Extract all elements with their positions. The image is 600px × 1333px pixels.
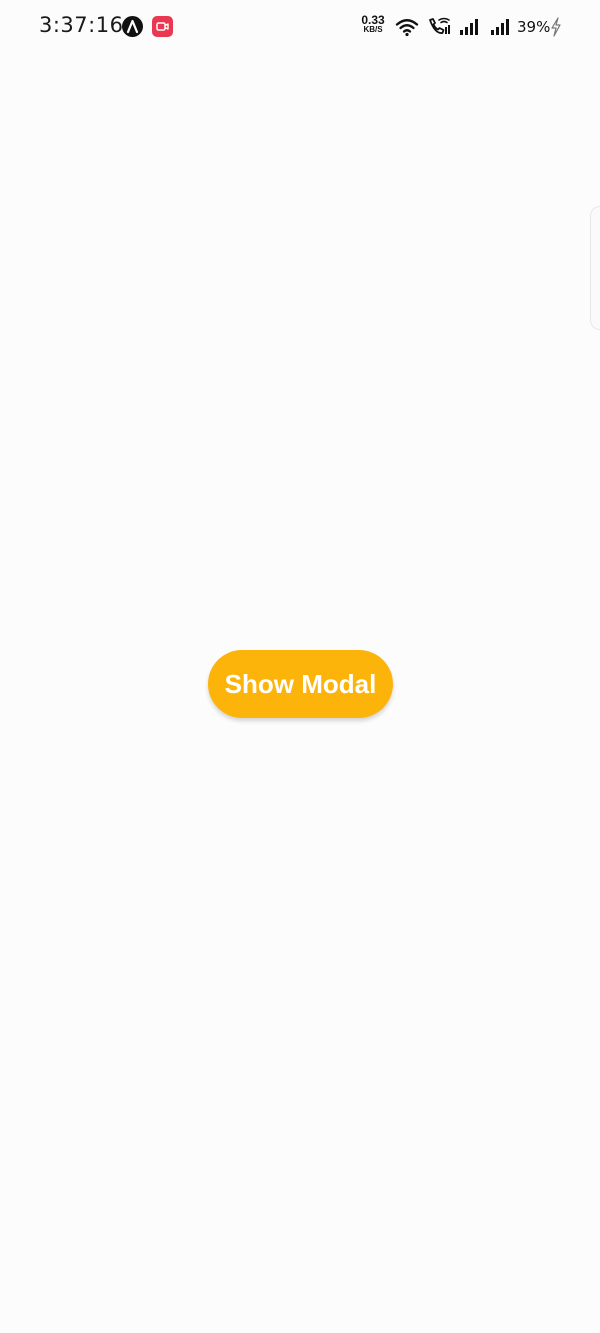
screen-record-icon <box>152 16 173 37</box>
battery-percent: 39% <box>517 18 551 36</box>
status-bar: 3:37:16 0.33 KB/S 39% <box>0 0 600 56</box>
signal-icon <box>460 19 478 35</box>
show-modal-button[interactable]: Show Modal <box>208 650 393 718</box>
signal-icon <box>491 19 509 35</box>
network-speed-unit: KB/S <box>363 25 383 34</box>
clock: 3:37:16 <box>39 13 124 37</box>
network-speed: 0.33 KB/S <box>359 13 387 35</box>
wifi-calling-icon <box>429 17 450 34</box>
charging-icon <box>551 17 561 37</box>
app-notification-icon <box>122 16 143 37</box>
network-speed-value: 0.33 <box>361 13 385 27</box>
edge-panel-handle[interactable] <box>590 206 600 330</box>
wifi-icon <box>395 19 419 37</box>
